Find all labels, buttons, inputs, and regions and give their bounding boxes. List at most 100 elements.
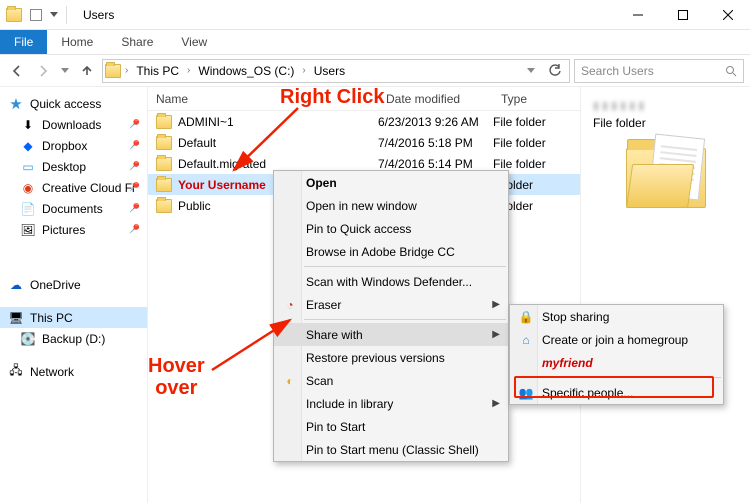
separator (66, 6, 67, 24)
chevron-right-icon[interactable]: › (185, 65, 192, 76)
pin-icon: 📍 (125, 115, 144, 134)
star-icon: ★ (8, 96, 24, 112)
tab-home[interactable]: Home (47, 30, 107, 54)
chevron-right-icon[interactable]: › (300, 65, 307, 76)
ctx-label: Include in library (306, 397, 393, 411)
table-row[interactable]: Default 7/4/2016 5:18 PM File folder (148, 132, 580, 153)
ctx-scan[interactable]: ◐ Scan (274, 369, 508, 392)
ctx-create-homegroup[interactable]: ⌂Create or join a homegroup (510, 328, 723, 351)
tab-file[interactable]: File (0, 30, 47, 54)
ctx-label: Pin to Start (306, 420, 365, 434)
qat-dropdown-icon[interactable] (50, 12, 58, 17)
address-dropdown[interactable] (521, 60, 541, 82)
nav-dropbox[interactable]: ◆Dropbox📍 (0, 135, 147, 156)
ctx-label: Pin to Start menu (Classic Shell) (306, 443, 479, 457)
nav-creative-cloud[interactable]: ◉Creative Cloud Fi📍 (0, 177, 147, 198)
file-name: ADMINI~1 (178, 115, 234, 129)
ctx-stop-sharing[interactable]: 🔒Stop sharing (510, 305, 723, 328)
folder-icon (156, 199, 172, 213)
refresh-button[interactable] (543, 60, 567, 82)
ctx-label: Scan with Windows Defender... (306, 275, 472, 289)
nav-pictures[interactable]: 🖼Pictures📍 (0, 219, 147, 240)
preview-pane: ▮▮▮▮▮▮ File folder (580, 87, 750, 503)
nav-this-pc[interactable]: 🖥 This PC (0, 307, 147, 328)
nav-label: Downloads (42, 118, 101, 132)
nav-downloads[interactable]: ⬇Downloads📍 (0, 114, 147, 135)
ctx-label: Scan (306, 374, 333, 388)
breadcrumb[interactable]: Windows_OS (C:) (194, 60, 298, 82)
ctx-open-new-window[interactable]: Open in new window (274, 194, 508, 217)
breadcrumb[interactable]: This PC (132, 60, 183, 82)
ctx-include-library[interactable]: Include in library▶ (274, 392, 508, 415)
search-input[interactable]: Search Users (574, 59, 744, 83)
up-button[interactable] (76, 60, 98, 82)
maximize-button[interactable] (660, 0, 705, 29)
ctx-label: Create or join a homegroup (542, 333, 688, 347)
ctx-restore-previous[interactable]: Restore previous versions (274, 346, 508, 369)
preview-type: File folder (593, 116, 738, 130)
ctx-browse-bridge[interactable]: Browse in Adobe Bridge CC (274, 240, 508, 263)
ctx-pin-start-classic[interactable]: Pin to Start menu (Classic Shell) (274, 438, 508, 461)
pin-icon: 📍 (125, 220, 144, 239)
ctx-label: Eraser (306, 298, 341, 312)
file-date: 6/23/2013 9:26 AM (378, 115, 493, 129)
ctx-label: Open in new window (306, 199, 417, 213)
pc-icon: 🖥 (8, 310, 24, 326)
minimize-button[interactable] (615, 0, 660, 29)
address-bar[interactable]: › This PC › Windows_OS (C:) › Users (102, 59, 570, 83)
ctx-eraser[interactable]: ◔Eraser▶ (274, 293, 508, 316)
pin-icon: 📍 (125, 157, 144, 176)
nav-onedrive[interactable]: ☁OneDrive (0, 274, 147, 295)
nav-network[interactable]: 🖧 Network (0, 361, 147, 382)
ctx-label: Open (306, 176, 337, 190)
breadcrumb[interactable]: Users (310, 60, 349, 82)
ctx-user-myfriend[interactable]: myfriend (510, 351, 723, 374)
creative-cloud-icon: ◉ (20, 180, 36, 196)
close-button[interactable] (705, 0, 750, 29)
annotation-hover-over: Hover over (148, 355, 205, 399)
forward-button[interactable] (32, 60, 54, 82)
context-menu: Open Open in new window Pin to Quick acc… (273, 170, 509, 462)
ctx-label: Share with (306, 328, 363, 342)
file-date: 7/4/2016 5:14 PM (378, 157, 493, 171)
app-folder-icon (6, 7, 22, 23)
ctx-share-with[interactable]: Share with▶ (274, 323, 508, 346)
ctx-scan-defender[interactable]: Scan with Windows Defender... (274, 270, 508, 293)
titlebar: Users (0, 0, 750, 30)
annotation-right-click: Right Click (280, 86, 384, 108)
ctx-pin-start[interactable]: Pin to Start (274, 415, 508, 438)
ctx-pin-quick-access[interactable]: Pin to Quick access (274, 217, 508, 240)
large-folder-icon (626, 148, 706, 208)
recent-dropdown[interactable] (58, 60, 72, 82)
ribbon-tabs: File Home Share View (0, 30, 750, 55)
folder-icon (156, 178, 172, 192)
col-type[interactable]: Type (493, 92, 573, 106)
nav-backup-drive[interactable]: 💽Backup (D:) (0, 328, 147, 349)
table-row[interactable]: ADMINI~1 6/23/2013 9:26 AM File folder (148, 111, 580, 132)
separator (304, 319, 506, 320)
ctx-label: Pin to Quick access (306, 222, 411, 236)
back-button[interactable] (6, 60, 28, 82)
navigation-pane: ★Quick access ⬇Downloads📍 ◆Dropbox📍 ▭Des… (0, 87, 148, 503)
search-placeholder: Search Users (581, 64, 654, 78)
qat-checkbox[interactable] (30, 9, 42, 21)
nav-quick-access[interactable]: ★ Quick access (0, 93, 147, 114)
nav-label: OneDrive (30, 278, 81, 292)
nav-label: Quick access (30, 97, 101, 111)
dropbox-icon: ◆ (20, 138, 36, 154)
nav-label: This PC (30, 311, 73, 325)
nav-documents[interactable]: 📄Documents📍 (0, 198, 147, 219)
address-folder-icon (105, 63, 121, 79)
chevron-right-icon[interactable]: › (123, 65, 130, 76)
col-date[interactable]: Date modified (378, 92, 493, 106)
tab-share[interactable]: Share (107, 30, 167, 54)
nav-desktop[interactable]: ▭Desktop📍 (0, 156, 147, 177)
documents-icon: 📄 (20, 201, 36, 217)
ctx-open[interactable]: Open (274, 171, 508, 194)
nav-label: Network (30, 365, 74, 379)
file-name: Your Username (178, 178, 266, 192)
nav-label: Dropbox (42, 139, 87, 153)
tab-view[interactable]: View (167, 30, 221, 54)
scan-icon: ◐ (282, 373, 298, 389)
network-icon: 🖧 (8, 364, 24, 380)
